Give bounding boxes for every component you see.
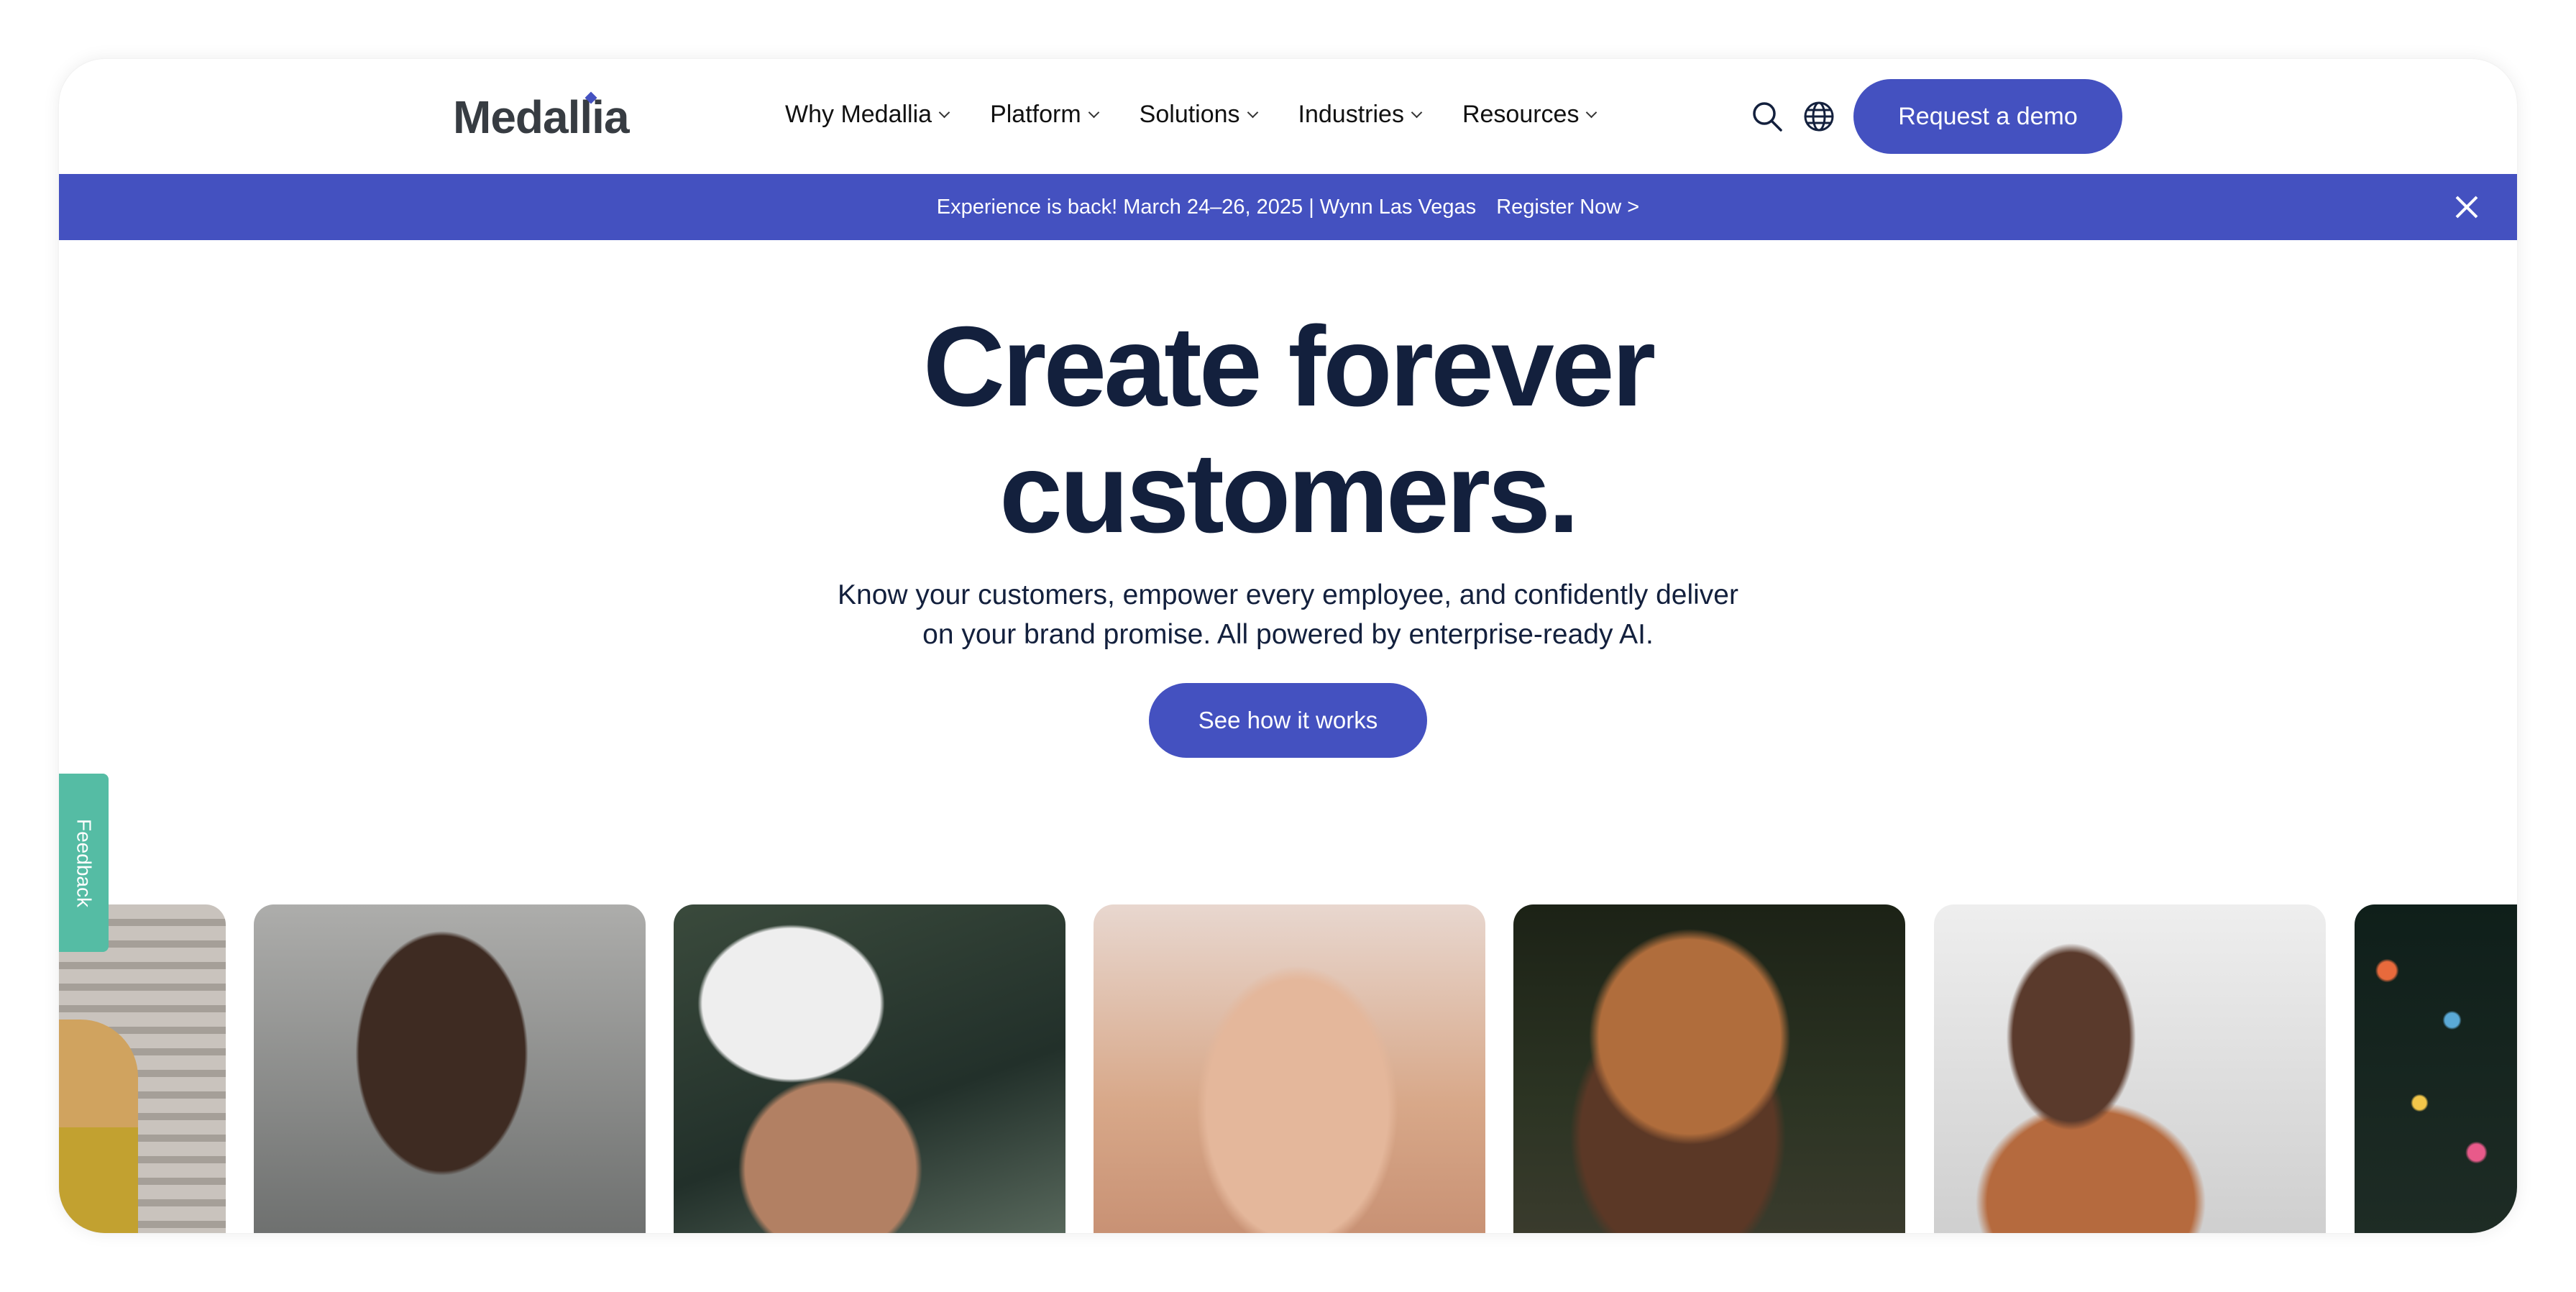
page-frame: Medallia Why Medallia Platform Solutions… (59, 59, 2517, 1233)
feedback-tab[interactable]: Feedback (59, 774, 109, 952)
chevron-down-icon (938, 106, 950, 119)
nav-item-label: Why Medallia (785, 101, 932, 128)
carousel-card[interactable] (1094, 904, 1485, 1233)
nav-item-why-medallia[interactable]: Why Medallia (785, 101, 950, 129)
carousel-card[interactable] (674, 904, 1065, 1233)
carousel-card[interactable] (254, 904, 646, 1233)
chevron-down-icon (1088, 106, 1099, 119)
language-button[interactable] (1802, 99, 1836, 134)
carousel-card[interactable] (1934, 904, 2326, 1233)
close-icon (2455, 196, 2478, 219)
carousel-card[interactable] (59, 904, 226, 1233)
chevron-down-icon (1411, 106, 1423, 119)
chevron-down-icon (1586, 106, 1598, 119)
globe-icon (1804, 101, 1834, 132)
hero-subtitle: Know your customers, empower every emplo… (59, 575, 2517, 654)
announcement-banner: Experience is back! March 24–26, 2025 | … (59, 174, 2517, 240)
nav-item-industries[interactable]: Industries (1298, 101, 1423, 129)
hero-subtitle-line-1: Know your customers, empower every emplo… (838, 579, 1738, 610)
main-menu: Why Medallia Platform Solutions Industri… (785, 101, 1637, 129)
hero-title-line-2: customers. (999, 430, 1580, 556)
see-how-it-works-button[interactable]: See how it works (1149, 683, 1427, 758)
nav-item-resources[interactable]: Resources (1462, 101, 1598, 129)
nav-item-platform[interactable]: Platform (990, 101, 1099, 129)
search-icon (1753, 102, 1782, 132)
register-now-link[interactable]: Register Now > (1496, 196, 1639, 219)
top-nav: Medallia Why Medallia Platform Solutions… (59, 59, 2517, 174)
nav-item-label: Industries (1298, 101, 1404, 128)
logo-text: Medallia (453, 91, 630, 143)
medallia-logo[interactable]: Medallia (453, 91, 630, 144)
carousel-card[interactable] (1513, 904, 1905, 1233)
request-demo-button[interactable]: Request a demo (1853, 79, 2122, 154)
feedback-label: Feedback (73, 818, 96, 907)
close-banner-button[interactable] (2452, 193, 2481, 221)
hero-title: Create forever customers. (59, 303, 2517, 556)
banner-text: Experience is back! March 24–26, 2025 | … (936, 195, 1477, 219)
nav-item-solutions[interactable]: Solutions (1139, 101, 1258, 129)
nav-item-label: Resources (1462, 101, 1580, 128)
search-button[interactable] (1750, 99, 1784, 134)
chevron-down-icon (1247, 106, 1258, 119)
nav-item-label: Solutions (1139, 101, 1240, 128)
carousel-card[interactable] (2355, 904, 2517, 1233)
nav-item-label: Platform (990, 101, 1081, 128)
hero-subtitle-line-2: on your brand promise. All powered by en… (922, 619, 1654, 650)
hero-title-line-1: Create forever (922, 303, 1656, 430)
